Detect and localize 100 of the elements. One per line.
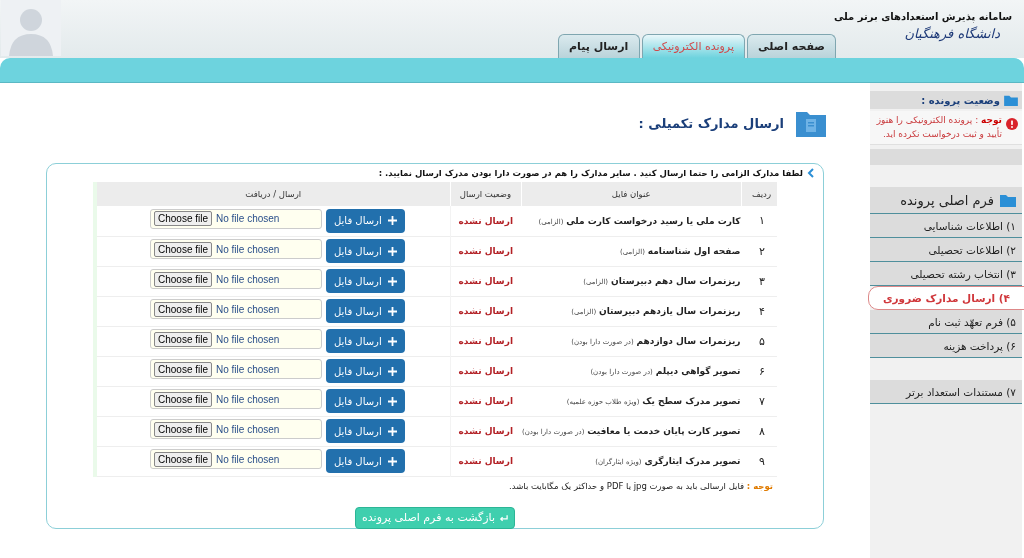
- file-input[interactable]: Choose file No file chosen: [150, 269, 322, 289]
- menu-title: فرم اصلی پرونده: [900, 192, 994, 208]
- alert-icon: [1006, 118, 1018, 130]
- file-input[interactable]: Choose file No file chosen: [150, 359, 322, 379]
- nav-tab[interactable]: ارسال پیام: [557, 34, 640, 58]
- status-cell: ارسال نشده: [450, 386, 521, 416]
- file-title: ریزنمرات سال دهم دبیرستان: [611, 276, 741, 286]
- page-title: ارسال مدارک تکمیلی :: [638, 115, 784, 131]
- folder-icon: [1000, 193, 1016, 207]
- plus-icon: [387, 246, 397, 256]
- file-placeholder: No file chosen: [216, 213, 280, 225]
- menu-item[interactable]: ۳) انتخاب رشته تحصیلی: [870, 262, 1022, 286]
- file-placeholder: No file chosen: [216, 333, 280, 345]
- menu-item[interactable]: ۴) ارسال مدارک ضروری: [868, 286, 1024, 310]
- return-arrow-icon: [498, 513, 508, 522]
- plus-icon: [387, 426, 397, 436]
- status-cell: ارسال نشده: [450, 446, 521, 476]
- status-cell: ارسال نشده: [450, 206, 521, 236]
- chevron-icon: [807, 168, 815, 178]
- table-cell: ۸: [741, 416, 777, 446]
- status-title: وضعیت پرونده :: [921, 94, 1000, 106]
- file-placeholder: No file chosen: [216, 363, 280, 375]
- file-placeholder: No file chosen: [216, 243, 280, 255]
- file-input[interactable]: Choose file No file chosen: [150, 329, 322, 349]
- plus-icon: [387, 456, 397, 466]
- file-title: تصویر مدرک سطح یک: [642, 396, 741, 406]
- file-input[interactable]: Choose file No file chosen: [150, 239, 322, 259]
- file-placeholder: No file chosen: [216, 303, 280, 315]
- status-cell: ارسال نشده: [450, 356, 521, 386]
- file-placeholder: No file chosen: [216, 393, 280, 405]
- upload-button[interactable]: ارسال فایل: [326, 449, 405, 473]
- file-input[interactable]: Choose file No file chosen: [150, 299, 322, 319]
- upload-button[interactable]: ارسال فایل: [326, 329, 405, 353]
- column-header: ارسال / دریافت: [95, 182, 450, 206]
- choose-file-button[interactable]: Choose file: [154, 331, 213, 347]
- status-cell: ارسال نشده: [450, 236, 521, 266]
- file-placeholder: No file chosen: [216, 453, 280, 465]
- menu-item[interactable]: ۶) پرداخت هزینه: [870, 334, 1022, 358]
- choose-file-button[interactable]: Choose file: [154, 391, 213, 407]
- plus-icon: [387, 396, 397, 406]
- column-header: ردیف: [741, 182, 777, 206]
- file-input[interactable]: Choose file No file chosen: [150, 389, 322, 409]
- table-cell: ۲: [741, 236, 777, 266]
- menu-item[interactable]: ۷) مستندات استعداد برتر: [870, 380, 1022, 404]
- document-folder-icon: [796, 109, 826, 137]
- plus-icon: [387, 336, 397, 346]
- choose-file-button[interactable]: Choose file: [154, 271, 213, 287]
- status-cell: ارسال نشده: [450, 266, 521, 296]
- table-cell: ۳: [741, 266, 777, 296]
- plus-icon: [387, 306, 397, 316]
- table-cell: ۵: [741, 326, 777, 356]
- note-label: توجه :: [746, 480, 773, 491]
- plus-icon: [387, 216, 397, 226]
- site-title: سامانه پذیرش استعدادهای برتر ملی: [833, 11, 1012, 22]
- file-input[interactable]: Choose file No file chosen: [150, 419, 322, 439]
- file-title: کارت ملی یا رسید درخواست کارت ملی: [566, 215, 741, 226]
- choose-file-button[interactable]: Choose file: [154, 301, 213, 317]
- upload-button[interactable]: ارسال فایل: [326, 299, 405, 323]
- note-text: فایل ارسالی باید به صورت jpg یا PDF و حداکثر یک مگابایت باشد.: [509, 480, 745, 491]
- choose-file-button[interactable]: Choose file: [154, 241, 213, 257]
- menu-item[interactable]: ۲) اطلاعات تحصیلی: [870, 238, 1022, 262]
- file-input[interactable]: Choose file No file chosen: [150, 449, 322, 469]
- upload-button[interactable]: ارسال فایل: [326, 208, 405, 233]
- choose-file-button[interactable]: Choose file: [154, 211, 213, 227]
- file-placeholder: No file chosen: [216, 423, 280, 435]
- upload-button[interactable]: ارسال فایل: [326, 359, 405, 383]
- table-cell: ۷: [741, 386, 777, 416]
- column-header: عنوان فایل: [521, 182, 742, 206]
- column-header: وضعیت ارسال: [450, 182, 521, 206]
- table-cell: ۹: [741, 446, 777, 476]
- file-placeholder: No file chosen: [216, 273, 280, 285]
- plus-icon: [387, 276, 397, 286]
- file-title: تصویر گواهی دیپلم: [655, 366, 741, 376]
- upload-button[interactable]: ارسال فایل: [326, 389, 405, 413]
- file-title: تصویر مدرک ایثارگری: [644, 456, 741, 466]
- upload-button[interactable]: ارسال فایل: [326, 239, 405, 263]
- alert-text: توجه : پرونده الکترونیکی را هنوز تأیید و ثبت درخواست نکرده اید.: [875, 114, 1002, 141]
- upload-button[interactable]: ارسال فایل: [326, 269, 405, 293]
- file-title: صفحه اول شناسنامه: [647, 246, 741, 256]
- choose-file-button[interactable]: Choose file: [154, 451, 213, 467]
- nav-tab[interactable]: صفحه اصلی: [747, 34, 836, 58]
- choose-file-button[interactable]: Choose file: [154, 361, 213, 377]
- file-title: ریزنمرات سال یازدهم دبیرستان: [599, 306, 741, 316]
- file-title: ریزنمرات سال دوازدهم: [636, 336, 741, 346]
- status-cell: ارسال نشده: [450, 416, 521, 446]
- table-cell: ۴: [741, 296, 777, 326]
- status-cell: ارسال نشده: [450, 296, 521, 326]
- table-cell: ۶: [741, 356, 777, 386]
- folder-icon: [1004, 94, 1018, 106]
- upload-button[interactable]: ارسال فایل: [326, 419, 405, 443]
- table-cell: ۱: [741, 206, 777, 236]
- file-input[interactable]: Choose file No file chosen: [150, 208, 322, 229]
- menu-item[interactable]: ۱) اطلاعات شناسایی: [870, 214, 1022, 238]
- instructions-text: لطفا مدارک الزامی را حتما ارسال کنید . سایر مدارک را هم در صورت دارا بودن مدرک ارسال نمایید. :: [378, 168, 803, 178]
- choose-file-button[interactable]: Choose file: [154, 421, 213, 437]
- menu-item[interactable]: ۵) فرم تعهّد ثبت نام: [870, 310, 1022, 334]
- status-cell: ارسال نشده: [450, 326, 521, 356]
- plus-icon: [387, 366, 397, 376]
- file-title: تصویر کارت پایان خدمت یا معافیت: [587, 426, 741, 436]
- university-name: دانشگاه فرهنگیان: [903, 26, 1001, 41]
